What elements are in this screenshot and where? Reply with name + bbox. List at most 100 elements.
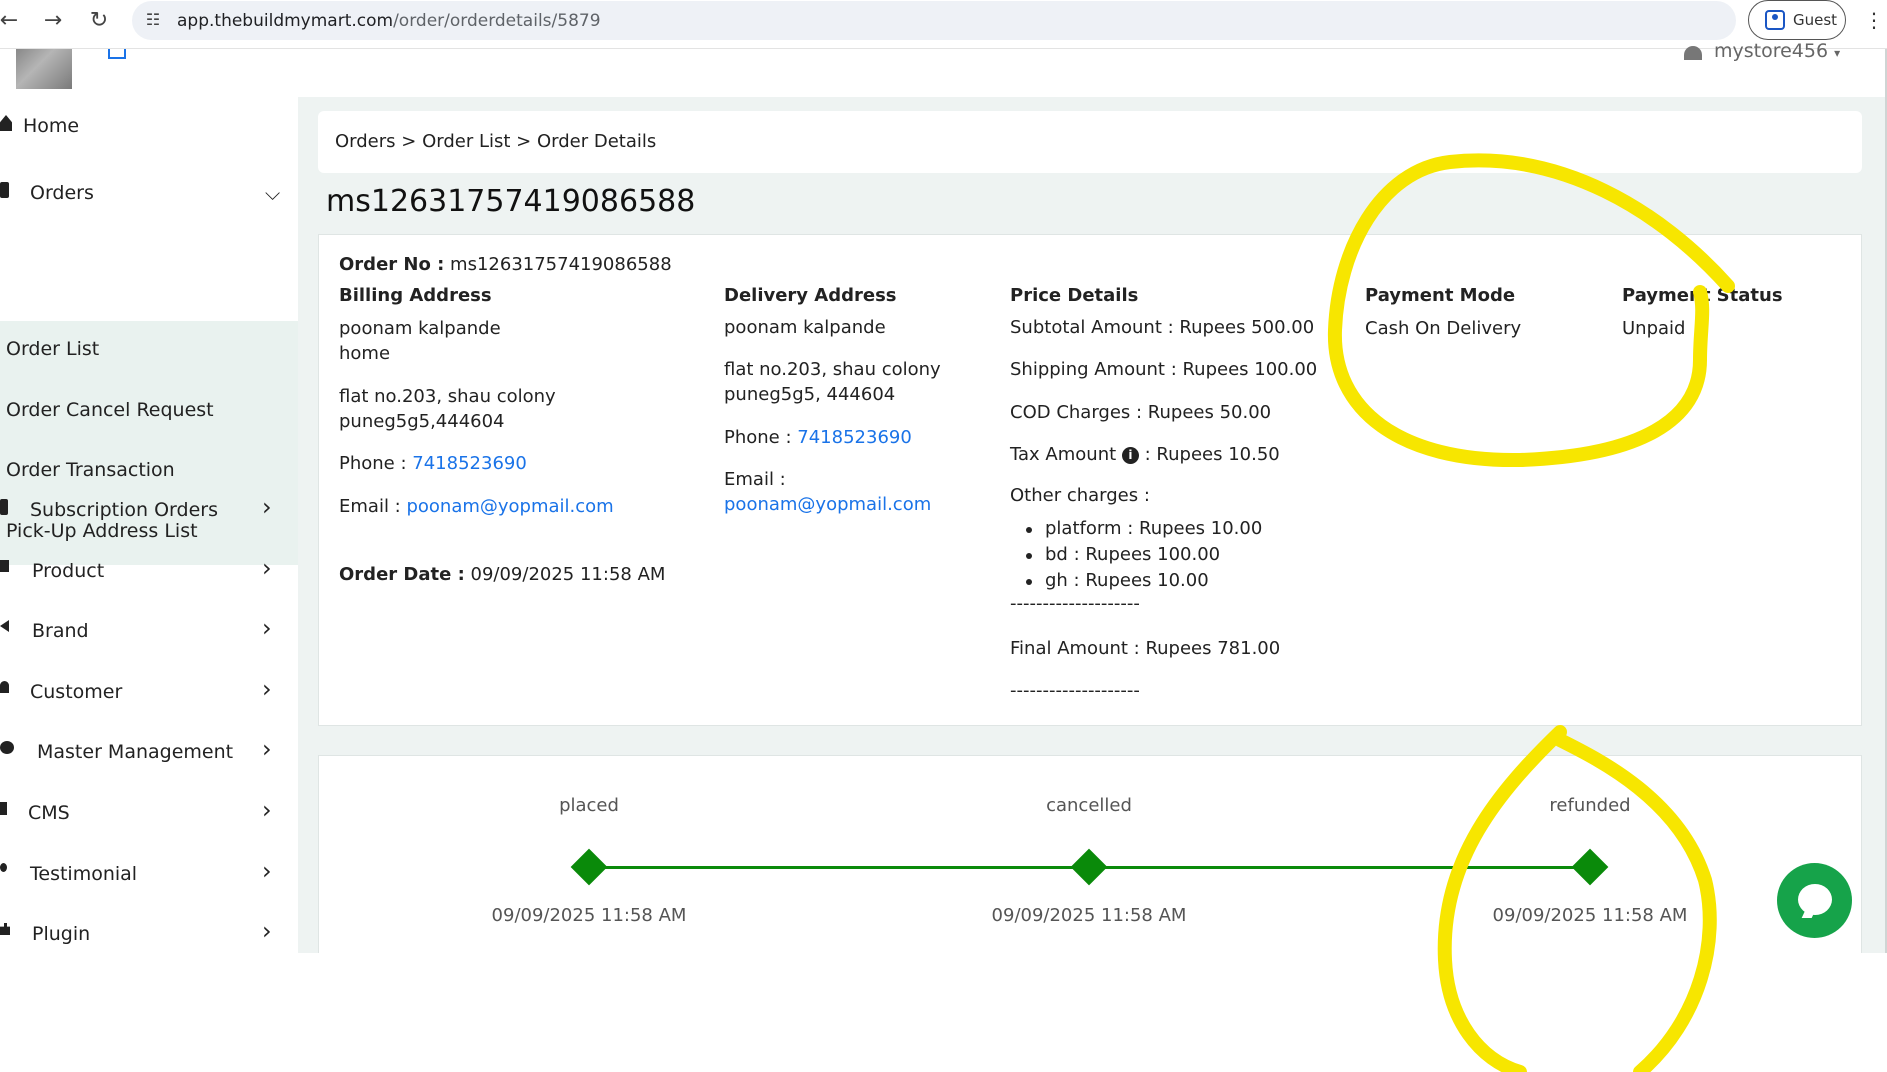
delivery-email-link[interactable]: poonam@yopmail.com	[724, 494, 931, 515]
cod-charges: COD Charges : Rupees 50.00	[1010, 402, 1272, 423]
tax-amount: Tax Amount i : Rupees 10.50	[1010, 444, 1280, 465]
chevron-down-icon: ⌵	[265, 181, 281, 205]
browser-toolbar: ← → ↻ ☷ app.thebuildmymart.com/order/ord…	[0, 0, 1887, 49]
phone-label: Phone :	[339, 453, 407, 474]
price-heading: Price Details	[1010, 285, 1139, 306]
other-charges-heading: Other charges :	[1010, 485, 1150, 506]
breadcrumb-orders[interactable]: Orders	[335, 131, 396, 152]
timeline-label: cancelled	[1046, 795, 1132, 816]
forward-arrow-icon[interactable]: →	[38, 6, 68, 36]
profile-button[interactable]: Guest	[1748, 0, 1846, 40]
url-text: app.thebuildmymart.com/order/orderdetail…	[177, 11, 601, 31]
sidebar-item-label: Plugin	[32, 923, 91, 945]
home-icon	[0, 115, 12, 131]
bag-icon	[0, 182, 9, 198]
other-charge-item: gh : Rupees 10.00	[1045, 570, 1209, 591]
timeline-date: 09/09/2025 11:58 AM	[1492, 905, 1688, 926]
sidebar-item-label: Brand	[32, 620, 89, 642]
billing-name: poonam kalpande	[339, 318, 501, 339]
sidebar-item-order-transaction[interactable]: Order Transaction	[6, 459, 175, 481]
breadcrumb-order-list[interactable]: Order List	[422, 131, 510, 152]
sidebar-item-orders[interactable]: Orders ⌵	[0, 168, 298, 218]
chevron-right-icon: ›	[262, 857, 272, 885]
bullet	[1026, 579, 1032, 585]
breadcrumb-order-details: Order Details	[537, 131, 657, 152]
document-icon	[0, 802, 7, 815]
chevron-right-icon: ›	[262, 554, 272, 582]
billing-phone-link[interactable]: 7418523690	[412, 453, 527, 474]
user-icon	[0, 681, 9, 693]
timeline-date: 09/09/2025 11:58 AM	[991, 905, 1187, 926]
browser-menu-icon[interactable]: ⋮	[1864, 8, 1884, 32]
breadcrumb-separator: >	[516, 131, 532, 152]
sidebar-item-master-management[interactable]: Master Management ›	[0, 727, 298, 777]
delivery-phone: Phone : 7418523690	[724, 427, 912, 448]
delivery-name: poonam kalpande	[724, 317, 886, 338]
chevron-right-icon: ›	[262, 614, 272, 642]
sidebar-item-order-list[interactable]: Order List	[6, 338, 99, 360]
billing-line3: puneg5g5,444604	[339, 411, 505, 432]
order-no: Order No : ms12631757419086588	[339, 254, 672, 275]
order-no-label: Order No :	[339, 254, 445, 275]
chevron-right-icon: ›	[262, 735, 272, 763]
reload-icon[interactable]: ↻	[84, 6, 114, 36]
bullet	[1026, 527, 1032, 533]
payment-status-value: Unpaid	[1622, 318, 1686, 339]
breadcrumb-separator: >	[401, 131, 417, 152]
delivery-line2: puneg5g5, 444604	[724, 384, 896, 405]
sidebar-item-label: Subscription Orders	[30, 499, 218, 521]
payment-status-heading: Payment Status	[1622, 285, 1783, 306]
billing-line2: flat no.203, shau colony	[339, 386, 556, 407]
sidebar-item-cms[interactable]: CMS ›	[0, 788, 298, 838]
users-gear-icon	[0, 741, 14, 754]
profile-label: Guest	[1793, 11, 1838, 29]
sidebar-item-customer[interactable]: Customer ›	[0, 667, 298, 717]
address-bar[interactable]: ☷ app.thebuildmymart.com/order/orderdeta…	[132, 1, 1736, 40]
back-arrow-icon[interactable]: ←	[0, 6, 24, 36]
profile-icon	[1765, 10, 1785, 30]
timeline-label: placed	[559, 795, 619, 816]
order-date-value: 09/09/2025 11:58 AM	[470, 564, 666, 585]
sidebar-item-label: Orders	[30, 182, 94, 204]
billing-phone: Phone : 7418523690	[339, 453, 527, 474]
sidebar-item-brand[interactable]: Brand ›	[0, 606, 298, 656]
user-menu[interactable]: mystore456 ▾	[1684, 40, 1840, 62]
sidebar-item-subscription-orders[interactable]: Subscription Orders ›	[0, 485, 298, 535]
sidebar-item-plugin[interactable]: Plugin ›	[0, 909, 298, 959]
chevron-right-icon: ›	[262, 917, 272, 945]
timeline-label: refunded	[1549, 795, 1631, 816]
billing-email-link[interactable]: poonam@yopmail.com	[406, 496, 613, 517]
order-no-value: ms12631757419086588	[450, 254, 672, 275]
sidebar-item-home[interactable]: Home	[0, 101, 298, 151]
url-path: /order/orderdetails/5879	[393, 11, 601, 31]
box-icon	[0, 560, 9, 572]
quote-icon	[0, 863, 7, 872]
sidebar-item-label: Master Management	[37, 741, 234, 763]
chat-button[interactable]	[1777, 863, 1852, 938]
page-title: ms12631757419086588	[326, 184, 696, 219]
delivery-heading: Delivery Address	[724, 285, 897, 306]
payment-mode-heading: Payment Mode	[1365, 285, 1516, 306]
delivery-email-label: Email :	[724, 469, 786, 490]
sidebar-item-testimonial[interactable]: Testimonial ›	[0, 849, 298, 899]
delivery-line1: flat no.203, shau colony	[724, 359, 941, 380]
payment-mode-value: Cash On Delivery	[1365, 318, 1522, 339]
breadcrumb: Orders > Order List > Order Details	[335, 131, 656, 152]
sidebar-item-product[interactable]: Product ›	[0, 546, 298, 596]
edit-icon[interactable]	[108, 49, 126, 59]
delivery-phone-link[interactable]: 7418523690	[797, 427, 912, 448]
other-charge-item: platform : Rupees 10.00	[1045, 518, 1263, 539]
info-icon[interactable]: i	[1121, 447, 1139, 464]
sidebar-item-order-cancel-request[interactable]: Order Cancel Request	[6, 399, 214, 421]
chevron-right-icon: ›	[262, 796, 272, 824]
site-settings-icon[interactable]: ☷	[142, 9, 164, 31]
tax-value: : Rupees 10.50	[1144, 444, 1280, 465]
bullet	[1026, 553, 1032, 559]
timeline-date: 09/09/2025 11:58 AM	[491, 905, 687, 926]
bag-icon	[0, 499, 8, 515]
divider-text: --------------------	[1010, 680, 1140, 701]
url-host: app.thebuildmymart.com	[177, 11, 394, 31]
store-logo	[16, 49, 72, 89]
app-header	[0, 49, 1887, 97]
shipping-amount: Shipping Amount : Rupees 100.00	[1010, 359, 1318, 380]
